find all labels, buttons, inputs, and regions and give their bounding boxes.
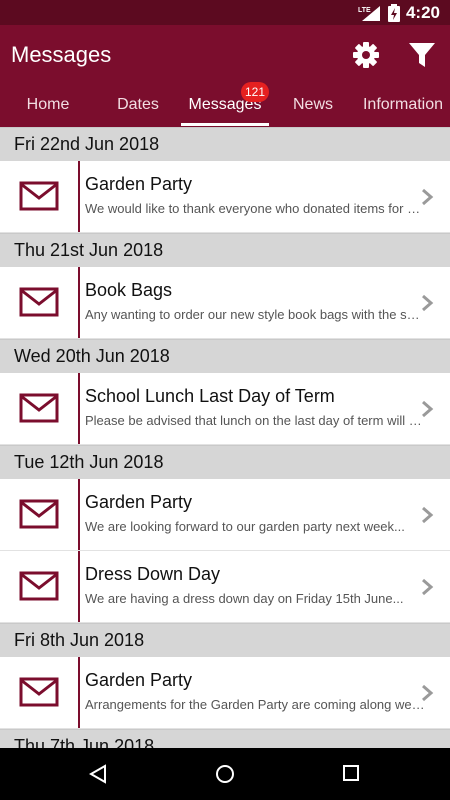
chevron-right-icon[interactable] [420,577,434,597]
date-header: Wed 20th Jun 2018 [0,339,450,373]
date-header: Fri 22nd Jun 2018 [0,127,450,161]
row-divider [78,161,80,232]
date-header: Thu 7th Jun 2018 [0,729,450,748]
app-bar: Messages Home Dates Messages News Inform… [0,25,450,127]
message-row[interactable]: Dress Down Day We are having a dress down… [0,551,450,623]
message-row[interactable]: School Lunch Last Day of Term Please be a… [0,373,450,445]
date-header: Tue 12th Jun 2018 [0,445,450,479]
message-row[interactable]: Garden Party We are looking forward to ou… [0,479,450,551]
lte-signal-icon: LTE [358,5,380,21]
message-preview: Any wanting to order our new style book … [85,307,425,322]
envelope-icon [19,181,59,211]
envelope-icon [19,499,59,529]
status-time: 4:20 [405,2,440,22]
row-divider [78,267,80,338]
message-row[interactable]: Garden Party We would like to thank every… [0,161,450,233]
row-divider [78,479,80,550]
unread-count-badge: 121 [241,82,269,102]
recents-icon[interactable] [342,764,360,782]
message-title: Garden Party [85,492,193,512]
tab-dates[interactable]: Dates [96,85,180,125]
message-title: Book Bags [85,280,173,300]
row-divider [78,373,80,444]
message-title: Garden Party [85,670,193,690]
chevron-right-icon[interactable] [420,293,434,313]
battery-charging-icon [387,3,400,22]
chevron-right-icon[interactable] [420,187,434,207]
back-icon[interactable] [88,764,108,784]
tab-home[interactable]: Home [0,85,96,125]
status-icons: LTE 4:20 [358,0,440,25]
active-tab-indicator [181,123,269,126]
row-divider [78,551,80,622]
filter-icon[interactable] [408,42,436,68]
date-header: Fri 8th Jun 2018 [0,623,450,657]
system-nav-bar [0,748,450,800]
date-header: Thu 21st Jun 2018 [0,233,450,267]
message-title: School Lunch Last Day of Term [85,386,335,406]
svg-text:LTE: LTE [358,7,371,14]
gear-icon[interactable] [352,41,380,69]
envelope-icon [19,287,59,317]
chevron-right-icon[interactable] [420,505,434,525]
chevron-right-icon[interactable] [420,399,434,419]
status-bar: LTE 4:20 [0,0,450,25]
message-preview: We are looking forward to our garden par… [85,519,405,534]
chevron-right-icon[interactable] [420,683,434,703]
home-icon[interactable] [215,764,235,784]
message-title: Garden Party [85,174,193,194]
page-title: Messages [11,42,112,67]
row-divider [78,657,80,728]
message-row[interactable]: Garden Party Arrangements for the Garden … [0,657,450,729]
message-list: Fri 22nd Jun 2018 Garden Party We would li… [0,127,450,748]
message-preview: We would like to thank everyone who dona… [85,201,425,216]
message-preview: Please be advised that lunch on the last… [85,413,425,428]
tab-information[interactable]: Information [356,85,450,125]
envelope-icon [19,677,59,707]
message-title: Dress Down Day [85,564,221,584]
tab-bar: Home Dates Messages News Information [0,85,450,125]
message-row[interactable]: Book Bags Any wanting to order our new st… [0,267,450,339]
tab-news[interactable]: News [270,85,356,125]
message-preview: Arrangements for the Garden Party are co… [85,697,425,712]
message-preview: We are having a dress down day on Friday… [85,591,404,606]
envelope-icon [19,571,59,601]
envelope-icon [19,393,59,423]
